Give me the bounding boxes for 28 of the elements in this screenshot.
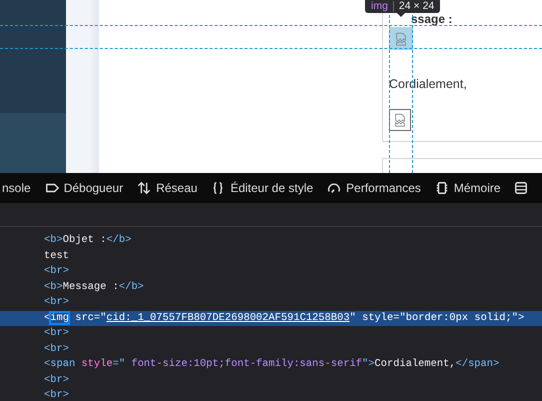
devtools-tab[interactable]: Débogueur: [44, 173, 124, 203]
chip-icon: [434, 181, 449, 195]
storage-icon[interactable]: [514, 181, 528, 195]
devtools-tab[interactable]: Performances: [326, 173, 422, 203]
markup-line[interactable]: <br>: [0, 342, 542, 357]
markup-line[interactable]: <br>: [0, 264, 542, 280]
markup-line[interactable]: <br>: [0, 295, 542, 310]
up-down-arrows-icon: [137, 181, 152, 195]
tooltip-tag: img: [371, 1, 388, 12]
markup-line[interactable]: test: [0, 248, 542, 264]
devtools-tab[interactable]: Éditeur de style: [210, 173, 314, 203]
braces-icon: [211, 181, 226, 195]
markup-line[interactable]: <br>: [0, 372, 542, 388]
markup-line[interactable]: <b>Message :</b>: [0, 280, 542, 295]
broken-image-icon: [393, 113, 407, 127]
gauge-icon: [327, 181, 342, 195]
devtools-tab[interactable]: Réseau: [136, 173, 198, 203]
closing-text: Cordialement,: [389, 77, 468, 91]
devtools-tab[interactable]: nsole: [1, 173, 32, 203]
markup-line[interactable]: <br>: [0, 326, 542, 342]
devtools-tab[interactable]: Mémoire: [434, 173, 502, 203]
markup-line[interactable]: <b>Objet :</b>: [0, 233, 542, 248]
message-heading: ssage :: [411, 14, 454, 25]
tooltip-size: 24 × 24: [398, 1, 434, 12]
broken-image-icon: [394, 32, 408, 46]
markup-line[interactable]: <span style=" font-size:10pt;font-family:sans-serif">Cordialement,</span>: [0, 357, 542, 372]
tag-icon: [44, 181, 59, 195]
markup-line[interactable]: <br>: [0, 388, 542, 401]
